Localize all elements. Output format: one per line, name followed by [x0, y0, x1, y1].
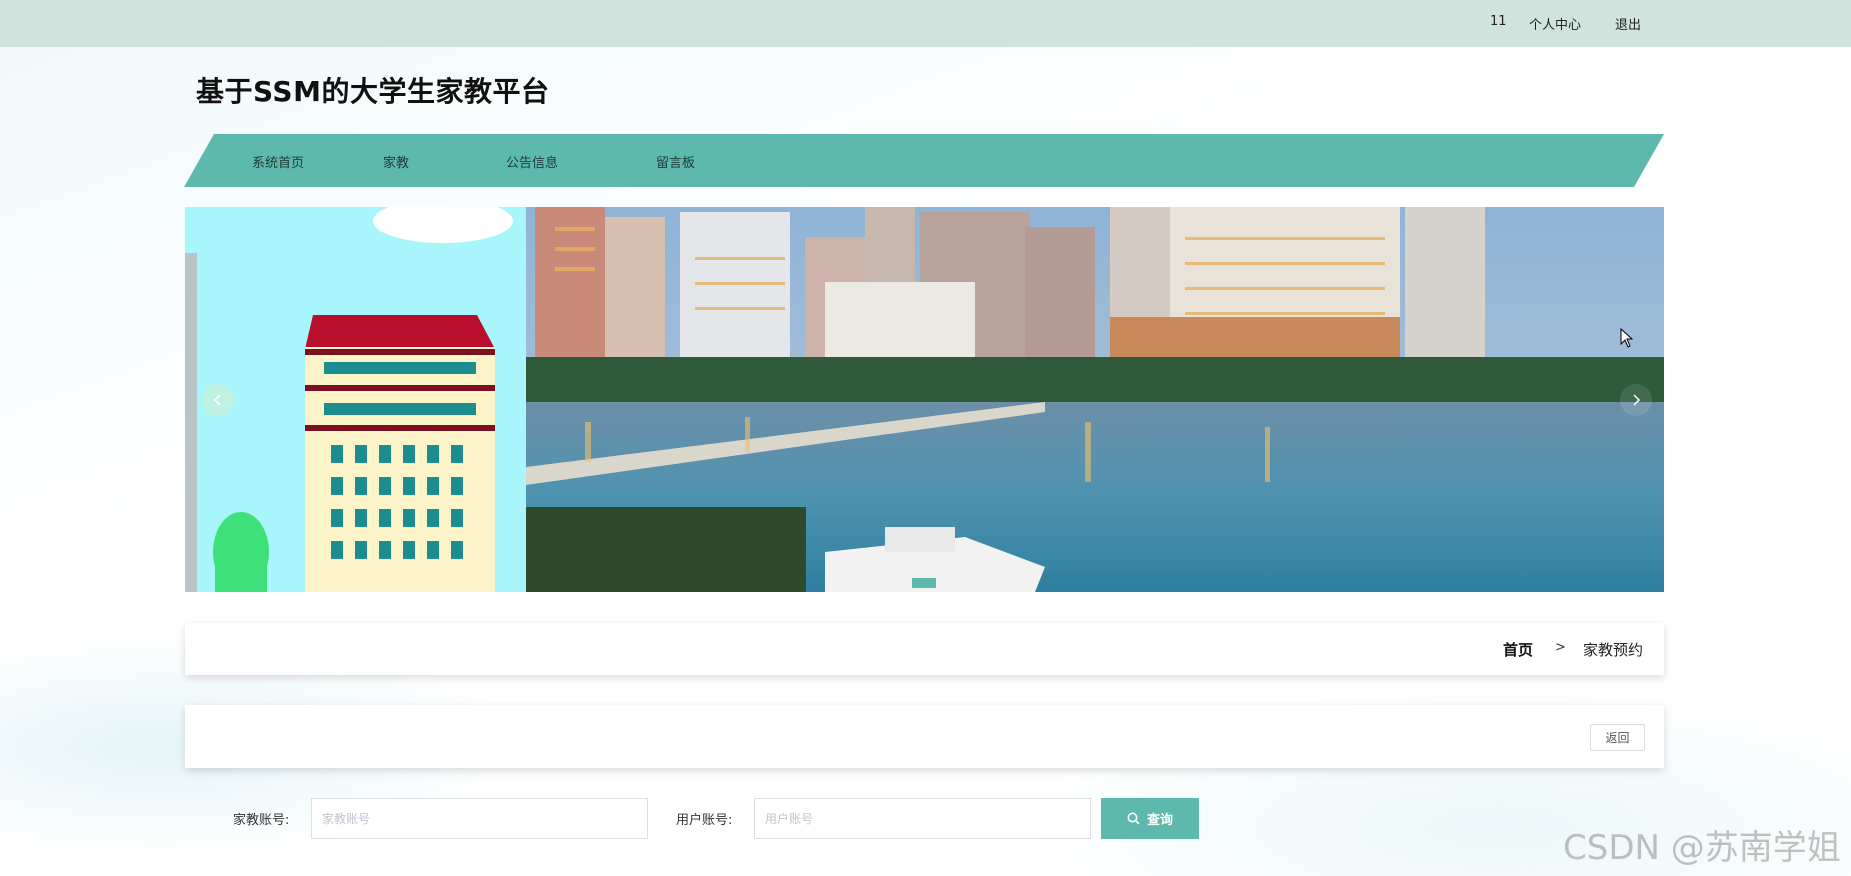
watermark: CSDN @苏南学姐 [1563, 828, 1841, 868]
tutor-account-input[interactable] [311, 798, 648, 839]
main-nav: 系统首页 家教 公告信息 留言板 [184, 134, 1664, 187]
username-label: 11 [1490, 14, 1507, 29]
carousel-next-button[interactable] [1620, 384, 1652, 416]
breadcrumb-home-link[interactable]: 首页 [1503, 639, 1533, 660]
mouse-cursor-icon [1620, 328, 1634, 348]
carousel-slide-image [185, 207, 1664, 592]
breadcrumb-separator: > [1555, 640, 1566, 655]
chevron-right-icon [1633, 394, 1641, 406]
carousel-prev-button[interactable] [202, 384, 234, 416]
user-account-label: 用户账号: [676, 813, 733, 828]
nav-item-home[interactable]: 系统首页 [252, 152, 304, 171]
back-button[interactable]: 返回 [1590, 724, 1645, 751]
chevron-left-icon [213, 394, 221, 406]
carousel-banner [185, 207, 1664, 592]
nav-item-tutor[interactable]: 家教 [383, 152, 409, 171]
nav-item-announcements[interactable]: 公告信息 [506, 152, 558, 171]
query-button[interactable]: 查询 [1101, 798, 1199, 839]
carousel-indicator[interactable] [912, 578, 936, 588]
action-bar: 返回 [185, 705, 1664, 768]
nav-item-message-board[interactable]: 留言板 [656, 152, 695, 171]
personal-center-link[interactable]: 个人中心 [1529, 14, 1581, 33]
top-bar: 11 个人中心 退出 [0, 0, 1851, 47]
logout-link[interactable]: 退出 [1615, 14, 1641, 33]
site-title: 基于SSM的大学生家教平台 [196, 75, 550, 108]
tutor-account-label: 家教账号: [233, 813, 290, 828]
breadcrumb-current: 家教预约 [1583, 641, 1644, 659]
query-button-label: 查询 [1146, 813, 1173, 828]
breadcrumb: 首页 > 家教预约 [185, 623, 1664, 675]
search-icon [1127, 812, 1140, 825]
user-account-input[interactable] [754, 798, 1091, 839]
